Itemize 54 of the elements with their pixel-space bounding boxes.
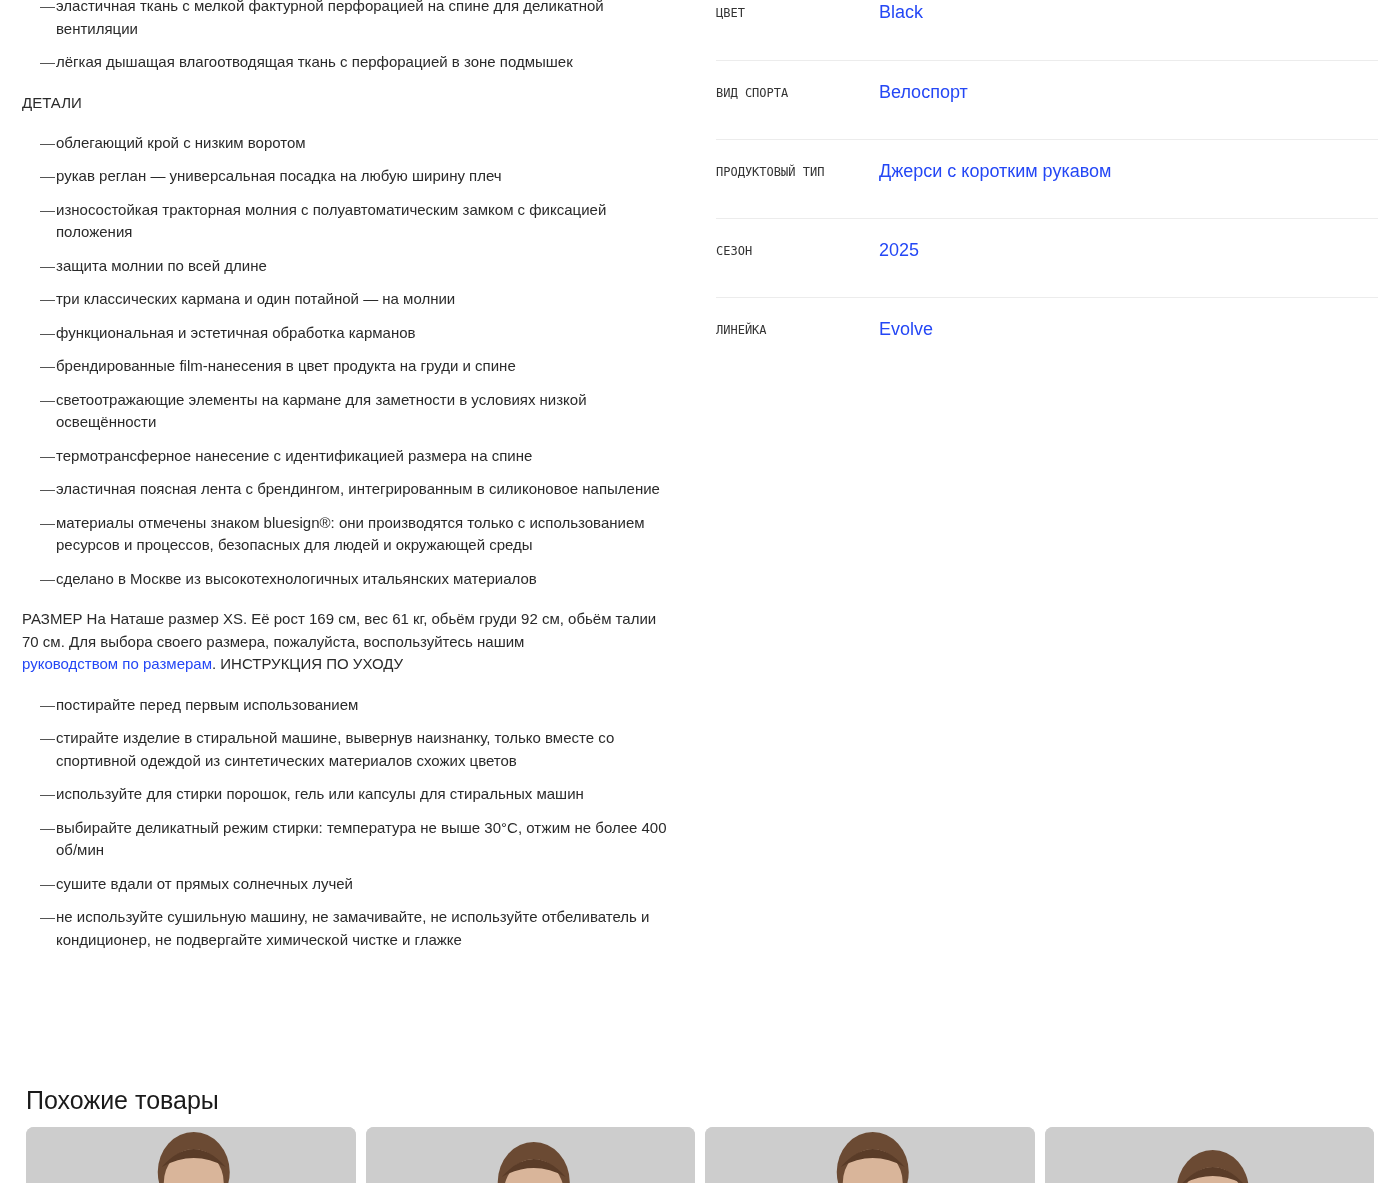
dash-marker: — (40, 389, 56, 410)
dash-marker: — (40, 132, 56, 153)
attribute-label: ЦВЕТ (716, 5, 746, 20)
list-item-text: три классических кармана и один потайной — на молнии (56, 289, 456, 309)
dash-marker: — (40, 166, 56, 186)
dash-marker: — (40, 199, 56, 220)
list-item-text: материалы отмечены знаком bluesign®: они производятся только с использованием ресурсов и процессов, безопасных для людей и окружающей среды (56, 512, 646, 555)
list-item-text: термотрансферное нанесение с идентификацией размера на спине (56, 445, 533, 466)
size-guide-link[interactable]: руководством по размерам (22, 655, 212, 672)
dash-marker: — (40, 479, 56, 499)
list-item-text: не используйте сушильную машину, не замачивайте, не используйте отбеливатель и кондиционер, не подвергайте химической чистке и глажке (56, 907, 651, 950)
dash-marker: — (40, 907, 56, 927)
list-item-text: постирайте перед первым использованием (56, 694, 359, 715)
dash-marker: — (40, 322, 56, 343)
list-item-text: стирайте изделие в стиральной машине, вывернув наизнанку, только вместе со спортивной одеждой из синтетических материалов схожих цветов (56, 728, 616, 771)
list-item-text: сделано в Москве из высокотехнологичных итальянских материалов (56, 568, 537, 589)
list-item-text: используйте для стирки порошок, гель или капсулы для стиральных машин (56, 784, 584, 804)
attribute-label: СЕЗОН (716, 243, 754, 258)
section-heading: ДЕТАЛИ (22, 92, 83, 113)
section-title: Похожие товары (26, 1085, 220, 1115)
list-item-text: защита молнии по всей длине (56, 255, 267, 276)
dash-marker: — (40, 255, 56, 276)
list-item-text: функциональная и эстетичная обработка карманов (56, 322, 416, 343)
list-item-text: выбирайте деликатный режим стирки: температура не выше 30°C, отжим не более 400 об/мин (56, 817, 668, 860)
dash-marker: — (40, 512, 56, 533)
list-item-text: светоотражающие элементы на кармане для заметности в условиях низкой освещённости (56, 389, 588, 432)
dash-marker: — (40, 694, 56, 715)
attribute-label: ПРОДУКТОВЫЙ ТИП (716, 163, 826, 179)
attribute-value[interactable]: Велоспорт (879, 80, 968, 104)
dash-marker: — (40, 52, 56, 72)
dash-marker: — (40, 728, 56, 748)
dash-marker: — (40, 445, 56, 466)
dash-marker: — (40, 289, 56, 309)
list-item-text: облегающий крой с низким воротом (56, 132, 306, 153)
list-item-text: лёгкая дышащая влагоотводящая ткань с перфорацией в зоне подмышек (56, 52, 573, 72)
size-paragraph: РАЗМЕР На Наташе размер XS. Её рост 169 см, вес 61 кг, обьём груди 92 см, обьём талии 70 см. Для выбора своего размера, пожалуйста, воспользуйтесь нашим руководством по размерам. ИНСТРУКЦИЯ ПО УХОДУ (22, 609, 658, 674)
dash-marker: — (40, 0, 56, 16)
list-item-text: эластичная поясная лента с брендингом, интегрированным в силиконовое напыление (56, 479, 660, 499)
dash-marker: — (40, 873, 56, 894)
dash-marker: — (40, 568, 56, 589)
list-item-text: эластичная ткань с мелкой фактурной перфорацией на спине для деликатной вентиляции (56, 0, 605, 39)
list-item-text: брендированные film-нанесения в цвет продукта на груди и спине (56, 356, 516, 376)
list-item-text: сушите вдали от прямых солнечных лучей (56, 873, 353, 894)
attribute-value[interactable]: Black (879, 0, 923, 24)
attribute-value[interactable]: Evolve (879, 317, 934, 341)
list-item-text: износостойкая тракторная молния с полуавтоматическим замком с фиксацией положения (56, 199, 608, 242)
dash-marker: — (40, 817, 56, 838)
attribute-value[interactable]: 2025 (879, 238, 920, 262)
attribute-label: ВИД СПОРТА (716, 85, 790, 100)
dash-marker: — (40, 356, 56, 376)
attribute-label: ЛИНЕЙКА (716, 321, 768, 337)
dash-marker: — (40, 784, 56, 804)
list-item-text: рукав реглан — универсальная посадка на любую ширину плеч (56, 166, 502, 186)
attribute-value[interactable]: Джерси с коротким рукавом (879, 159, 1112, 183)
